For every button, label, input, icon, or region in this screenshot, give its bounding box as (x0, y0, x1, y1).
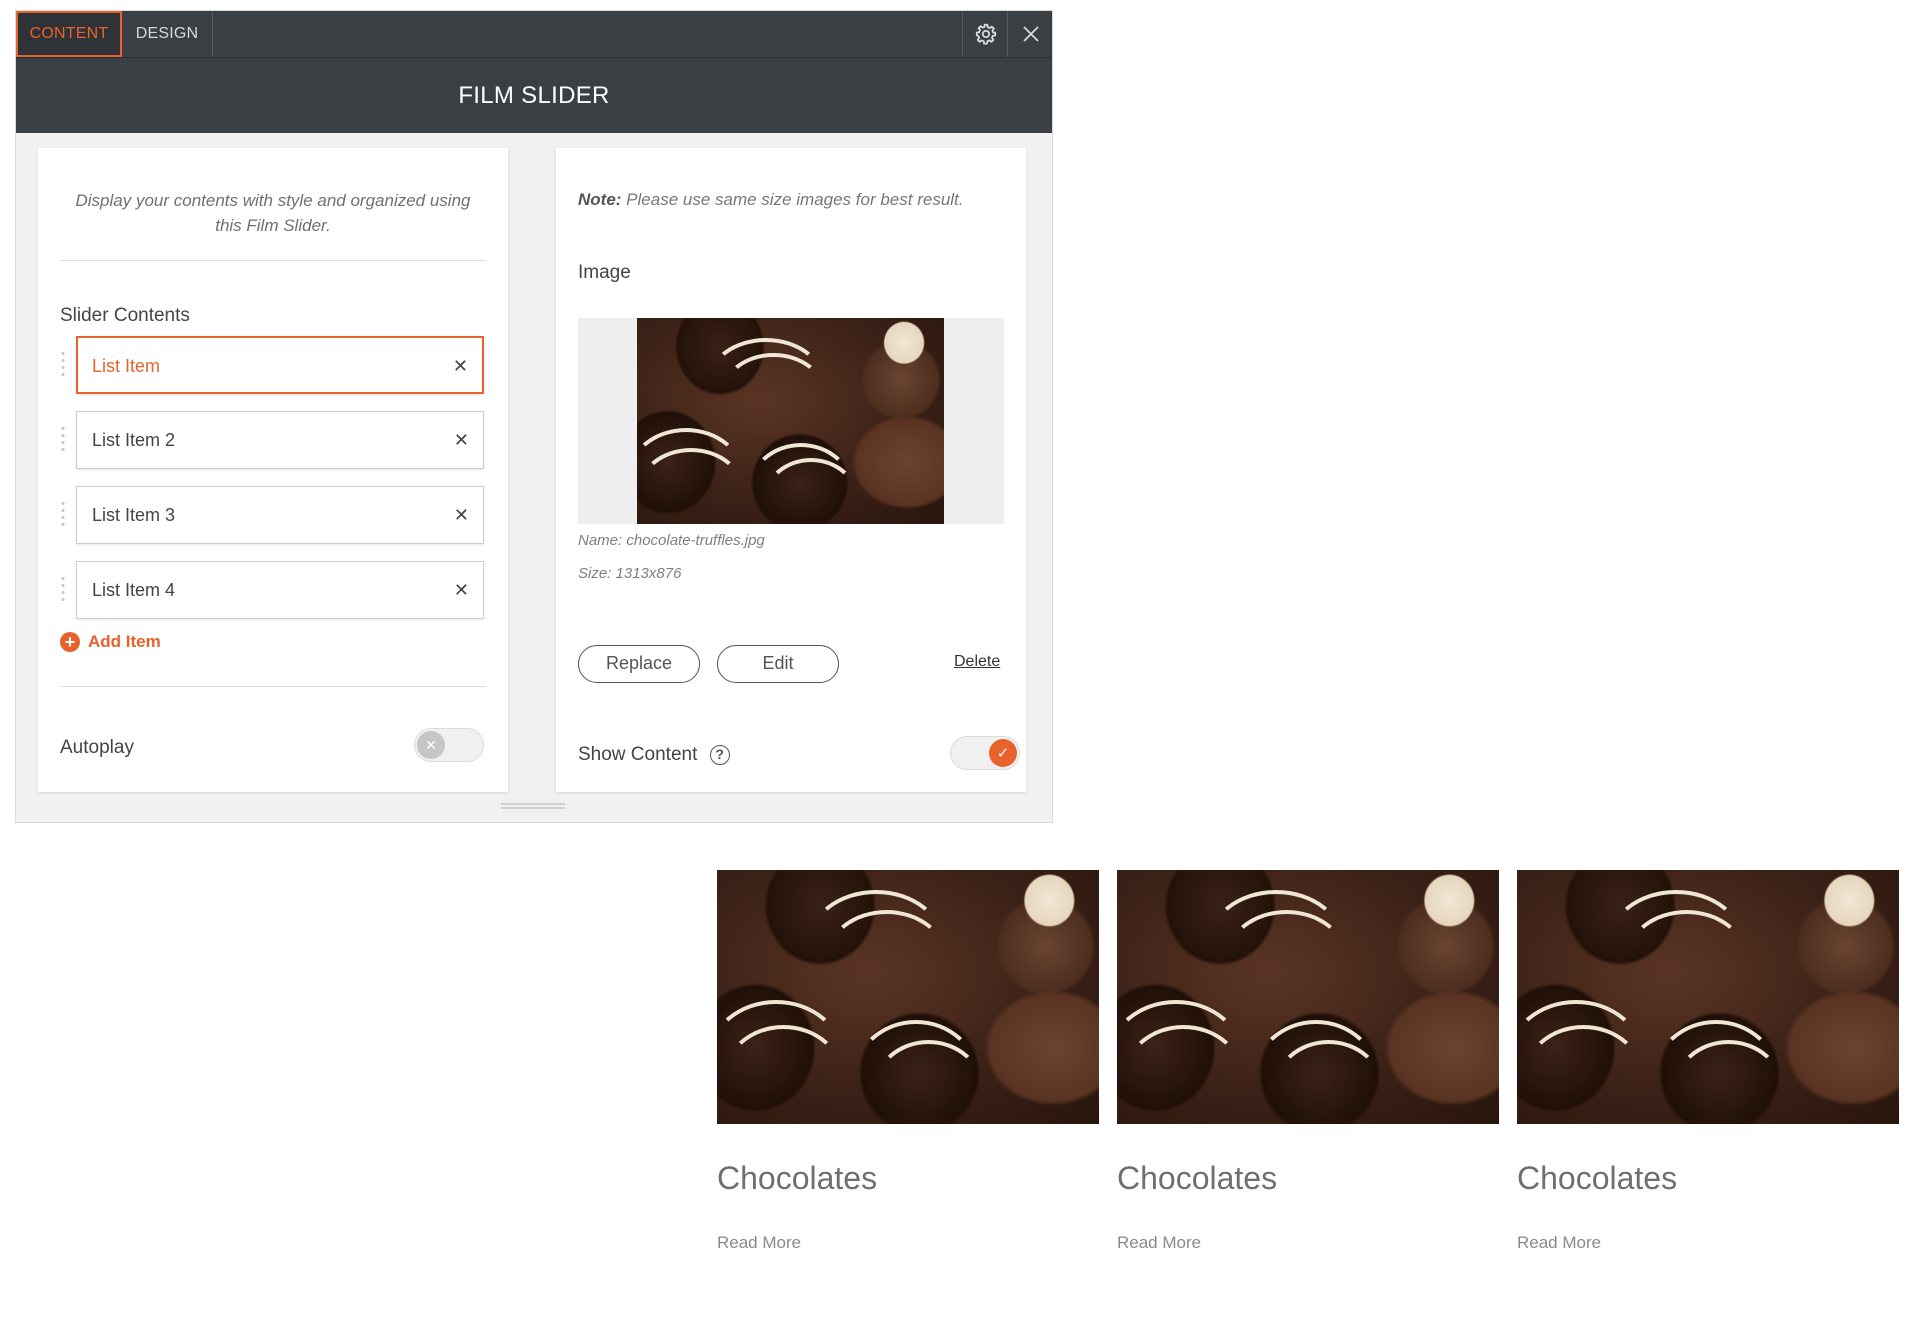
plus-circle-icon: + (60, 632, 80, 652)
image-size: Size: 1313x876 (578, 565, 682, 582)
read-more-link[interactable]: Read More (1117, 1233, 1201, 1253)
slider-contents-label: Slider Contents (60, 305, 190, 326)
slide-card[interactable]: Chocolates Read More (1117, 870, 1499, 1252)
editor-toolbar: CONTENT DESIGN (16, 11, 1052, 58)
autoplay-label: Autoplay (60, 737, 134, 758)
show-content-label: Show Content (578, 744, 698, 765)
help-icon[interactable]: ? (709, 744, 730, 765)
autoplay-toggle[interactable]: ✕ (414, 728, 484, 762)
slide-card[interactable]: Chocolates Read More (1517, 870, 1899, 1252)
toggle-off-icon: ✕ (417, 731, 445, 759)
divider (60, 686, 486, 687)
list-item-label: List Item 2 (92, 430, 176, 450)
image-preview-box[interactable] (578, 318, 1004, 524)
check-icon: ✓ (989, 739, 1017, 767)
remove-item-icon[interactable]: ✕ (454, 487, 469, 543)
list-item[interactable]: List Item ✕ (76, 336, 484, 394)
gear-icon (975, 23, 996, 45)
slide-image (1117, 870, 1499, 1124)
slider-contents-card: Display your contents with style and org… (38, 148, 508, 792)
divider (60, 260, 486, 261)
drag-handle[interactable] (60, 500, 66, 528)
note-text: Note: Please use same size images for be… (578, 190, 964, 210)
add-item-label: Add Item (88, 632, 161, 651)
list-item-label: List Item (92, 356, 161, 376)
drag-handle[interactable] (60, 350, 66, 378)
replace-button[interactable]: Replace (578, 645, 700, 683)
list-item-label: List Item 4 (92, 580, 176, 600)
intro-text: Display your contents with style and org… (75, 191, 471, 235)
slide-card[interactable]: Chocolates Read More (717, 870, 1099, 1252)
list-item[interactable]: List Item 3 ✕ (76, 486, 484, 544)
slide-image (1517, 870, 1899, 1124)
drag-handle[interactable] (60, 425, 66, 453)
tab-content[interactable]: CONTENT (16, 11, 122, 57)
slide-title: Chocolates (1517, 1160, 1678, 1196)
delete-link[interactable]: Delete (954, 653, 1000, 671)
show-content-toggle[interactable]: ✓ (950, 736, 1020, 770)
drag-handle[interactable] (60, 575, 66, 603)
tab-design[interactable]: DESIGN (122, 11, 213, 57)
note-bold: Note: (578, 190, 622, 209)
list-item[interactable]: List Item 2 ✕ (76, 411, 484, 469)
close-button[interactable] (1007, 11, 1053, 57)
item-settings-card: Note: Please use same size images for be… (556, 148, 1026, 792)
slide-title: Chocolates (1117, 1160, 1278, 1196)
remove-item-icon[interactable]: ✕ (454, 412, 469, 468)
list-item[interactable]: List Item 4 ✕ (76, 561, 484, 619)
note-body: Please use same size images for best res… (621, 190, 964, 209)
close-icon (1022, 26, 1039, 42)
remove-item-icon[interactable]: ✕ (453, 338, 468, 394)
image-name: Name: chocolate-truffles.jpg (578, 532, 765, 549)
film-slider-editor-panel: CONTENT DESIGN FILM SLIDER Display your … (16, 11, 1052, 822)
remove-item-icon[interactable]: ✕ (454, 562, 469, 618)
image-thumbnail (637, 318, 944, 524)
read-more-link[interactable]: Read More (717, 1233, 801, 1253)
read-more-link[interactable]: Read More (1517, 1233, 1601, 1253)
slide-image (717, 870, 1099, 1124)
edit-button[interactable]: Edit (717, 645, 839, 683)
resize-handle[interactable] (501, 803, 565, 809)
show-content-row: Show Content ? (578, 744, 730, 766)
add-item-button[interactable]: + Add Item (60, 632, 161, 652)
settings-button[interactable] (962, 11, 1008, 57)
image-label: Image (578, 262, 631, 283)
panel-title: FILM SLIDER (16, 58, 1052, 133)
slide-title: Chocolates (717, 1160, 878, 1196)
list-item-label: List Item 3 (92, 505, 176, 525)
